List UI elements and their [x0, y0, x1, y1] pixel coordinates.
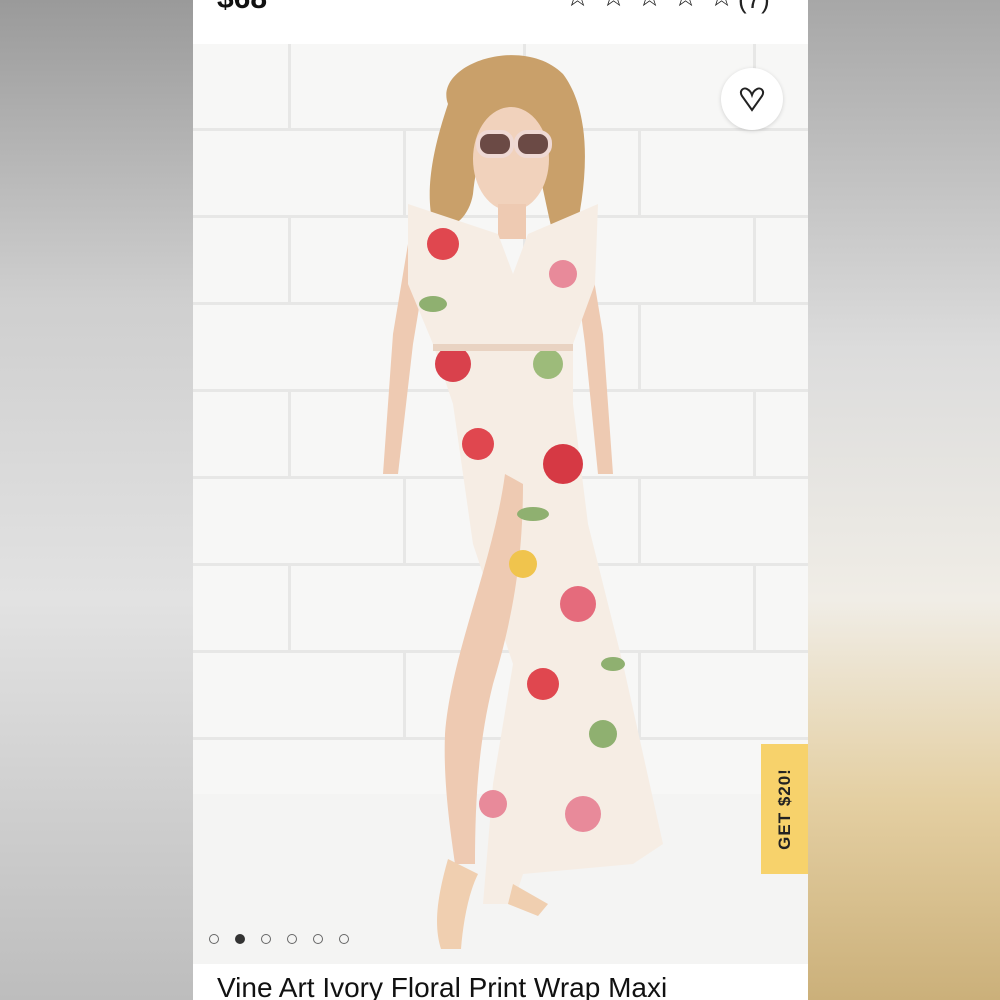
rating-stars[interactable]: ☆ ☆ ☆ ☆ ☆ — [565, 0, 735, 11]
product-header: $68 ☆ ☆ ☆ ☆ ☆ (7) — [193, 0, 808, 44]
carousel-dot[interactable] — [339, 934, 349, 944]
background-blur-left — [0, 0, 193, 1000]
carousel-dot[interactable] — [313, 934, 323, 944]
model-in-floral-dress — [383, 55, 663, 949]
star-icon: ☆ — [601, 0, 627, 11]
promo-tab[interactable]: GET $20! — [761, 744, 808, 874]
product-price: $68 — [217, 0, 267, 16]
image-carousel-dots — [209, 934, 349, 944]
star-icon: ☆ — [673, 0, 699, 11]
background-blur-right — [808, 0, 1000, 1000]
star-icon: ☆ — [709, 0, 735, 11]
star-icon: ☆ — [565, 0, 591, 11]
favorite-button[interactable] — [721, 68, 783, 130]
carousel-dot[interactable] — [287, 934, 297, 944]
promo-label: GET $20! — [774, 768, 794, 850]
product-title: Vine Art Ivory Floral Print Wrap Maxi — [217, 972, 668, 1000]
carousel-dot[interactable] — [261, 934, 271, 944]
carousel-dot-active[interactable] — [235, 934, 245, 944]
product-image[interactable]: GET $20! — [193, 44, 808, 964]
rating-count[interactable]: (7) — [738, 0, 770, 15]
star-icon: ☆ — [637, 0, 663, 11]
carousel-dot[interactable] — [209, 934, 219, 944]
heart-outline-icon — [739, 87, 765, 112]
product-screen: $68 ☆ ☆ ☆ ☆ ☆ (7) — [193, 0, 808, 1000]
